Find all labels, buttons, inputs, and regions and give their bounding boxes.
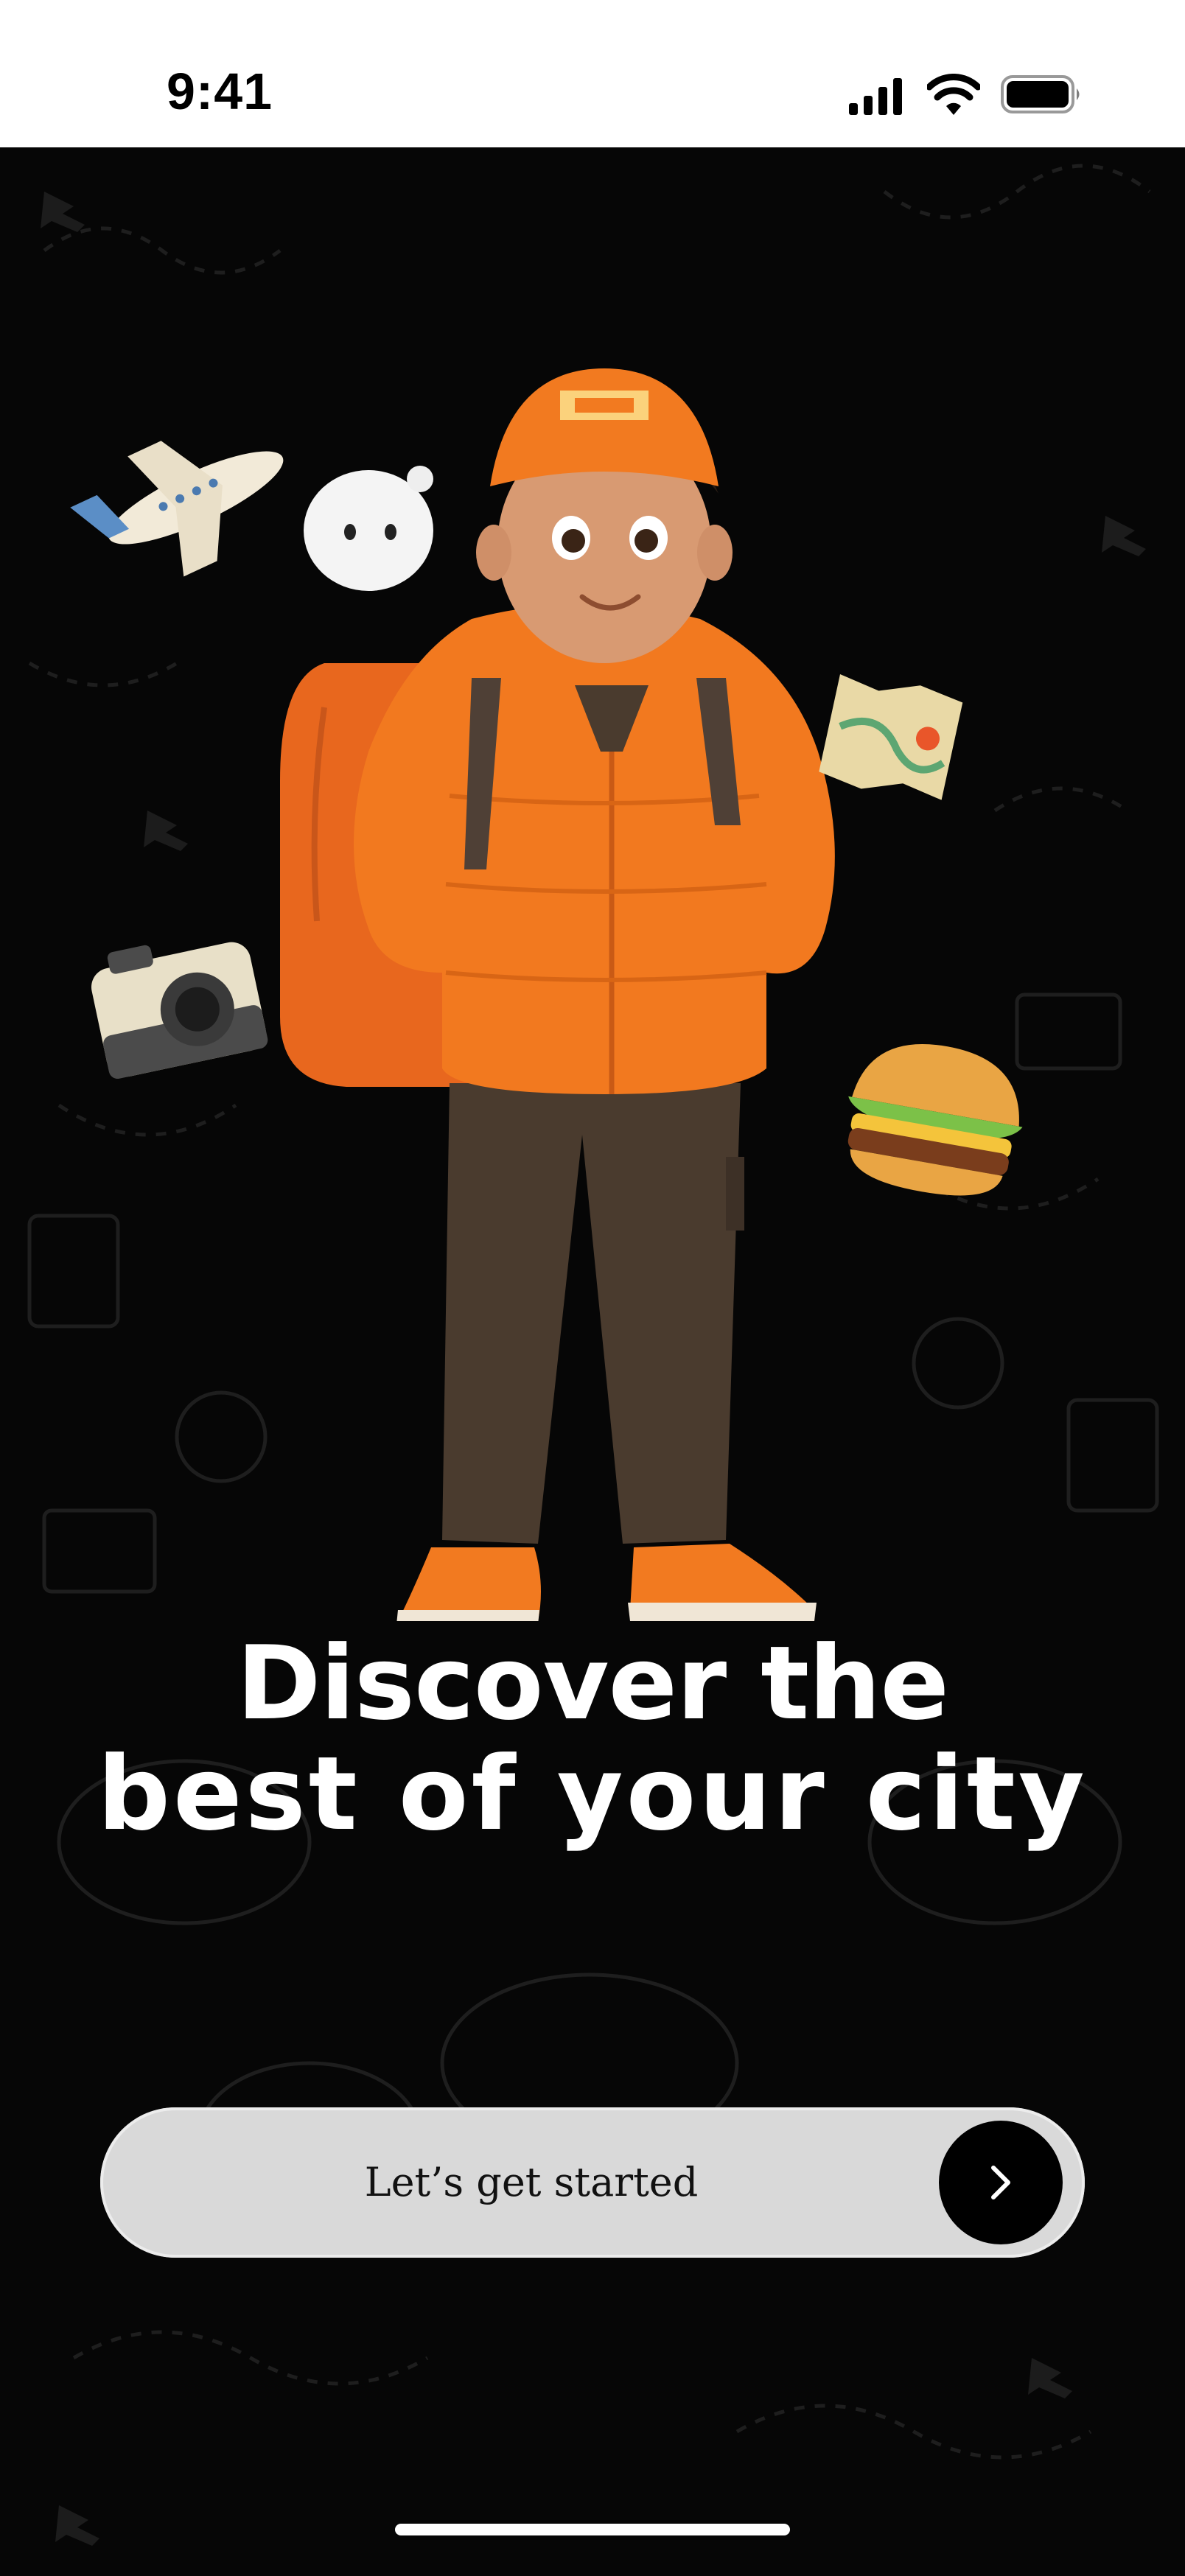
status-time: 9:41 xyxy=(167,63,273,120)
onboarding-screen: Discover the best of your city Let’s get… xyxy=(0,147,1185,2576)
shoes xyxy=(396,1544,817,1621)
camera-icon xyxy=(91,942,268,1079)
wifi-icon xyxy=(927,74,980,115)
chevron-right-icon xyxy=(991,2166,1010,2199)
headline: Discover the best of your city xyxy=(0,1628,1185,1849)
headline-line-1: Discover the xyxy=(236,1624,949,1743)
battery-icon xyxy=(1001,75,1080,113)
headline-line-2: best of your city xyxy=(97,1735,1088,1853)
status-bar: 9:41 xyxy=(0,0,1185,147)
get-started-label: Let’s get started xyxy=(364,2159,699,2205)
ghost-toy-icon xyxy=(304,466,433,591)
signal-icon xyxy=(849,78,902,115)
traveler-boy-illustration xyxy=(70,368,1023,1621)
burger-icon xyxy=(847,1044,1023,1196)
get-started-button[interactable]: Let’s get started xyxy=(100,2107,1085,2258)
map-icon xyxy=(819,674,963,800)
next-arrow-button[interactable] xyxy=(939,2121,1063,2244)
home-indicator[interactable] xyxy=(395,2524,790,2535)
airplane-icon xyxy=(70,441,284,577)
